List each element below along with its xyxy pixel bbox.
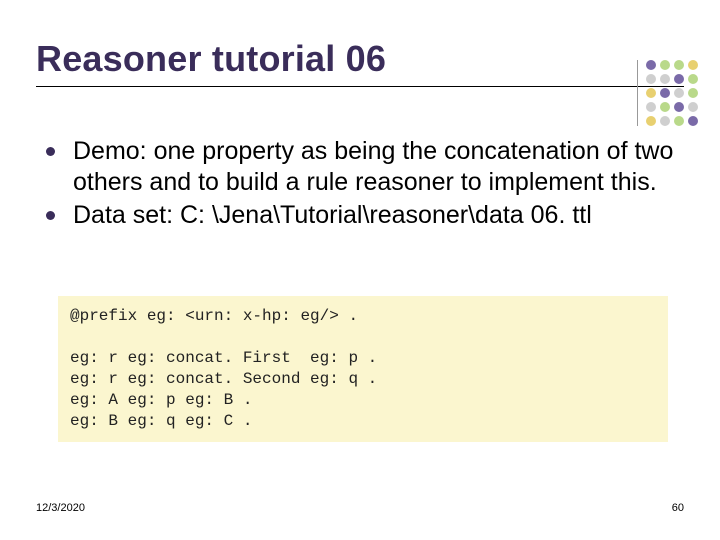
decor-dot	[688, 102, 698, 112]
footer-date: 12/3/2020	[36, 502, 85, 514]
decor-dot	[660, 116, 670, 126]
decor-dot-grid	[646, 60, 698, 126]
decor-dot	[688, 88, 698, 98]
bullet-item: Data set: C: \Jena\Tutorial\reasoner\dat…	[46, 200, 684, 231]
decor-dot	[674, 116, 684, 126]
decor-dot	[646, 102, 656, 112]
decor-vertical-line	[637, 60, 638, 126]
decor-dot	[674, 102, 684, 112]
decor-dot	[674, 88, 684, 98]
decor-dot	[660, 74, 670, 84]
slide: { "title": "Reasoner tutorial 06", "bull…	[0, 0, 720, 540]
decor-dot	[646, 116, 656, 126]
slide-title: Reasoner tutorial 06	[36, 38, 386, 80]
decor-dot	[674, 60, 684, 70]
decor-dot	[660, 60, 670, 70]
decor-dot	[660, 102, 670, 112]
decor-dot	[646, 88, 656, 98]
bullet-item: Demo: one property as being the concaten…	[46, 136, 684, 198]
decor-dot	[688, 60, 698, 70]
decor-dot	[646, 60, 656, 70]
title-underline	[36, 86, 684, 87]
decor-dot	[646, 74, 656, 84]
decor-dot	[660, 88, 670, 98]
bullet-text: Data set: C: \Jena\Tutorial\reasoner\dat…	[73, 200, 592, 231]
bullet-icon	[46, 147, 55, 156]
bullet-icon	[46, 211, 55, 220]
body-content: Demo: one property as being the concaten…	[46, 136, 684, 233]
bullet-text: Demo: one property as being the concaten…	[73, 136, 684, 198]
decor-dot	[688, 74, 698, 84]
decor-dot	[674, 74, 684, 84]
footer-page-number: 60	[672, 502, 684, 514]
decor-dot	[688, 116, 698, 126]
code-block: @prefix eg: <urn: x-hp: eg/> . eg: r eg:…	[58, 296, 668, 442]
